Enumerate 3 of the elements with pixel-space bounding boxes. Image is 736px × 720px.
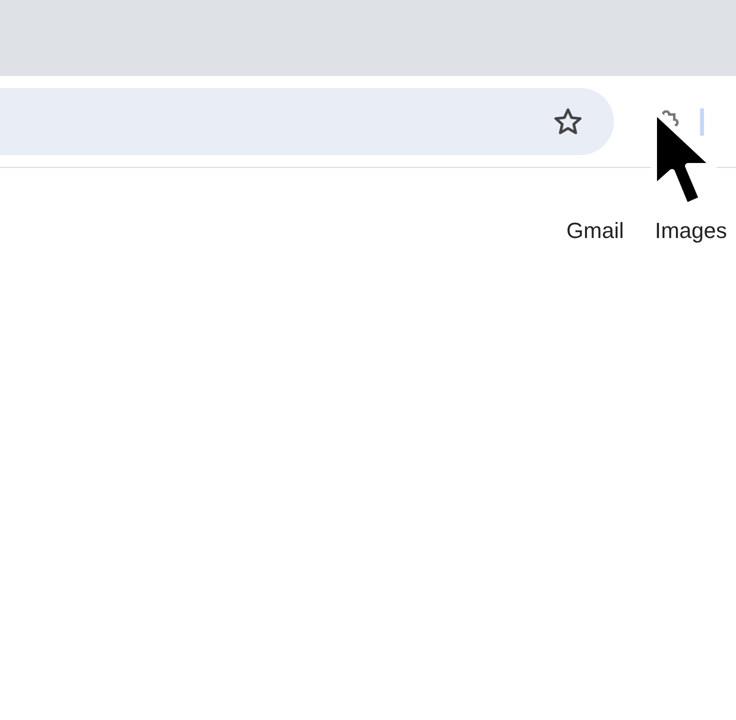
header-link[interactable]: Gmail bbox=[566, 218, 624, 244]
header-link[interactable]: Images bbox=[654, 218, 727, 244]
toolbar-icon[interactable] bbox=[700, 108, 704, 136]
